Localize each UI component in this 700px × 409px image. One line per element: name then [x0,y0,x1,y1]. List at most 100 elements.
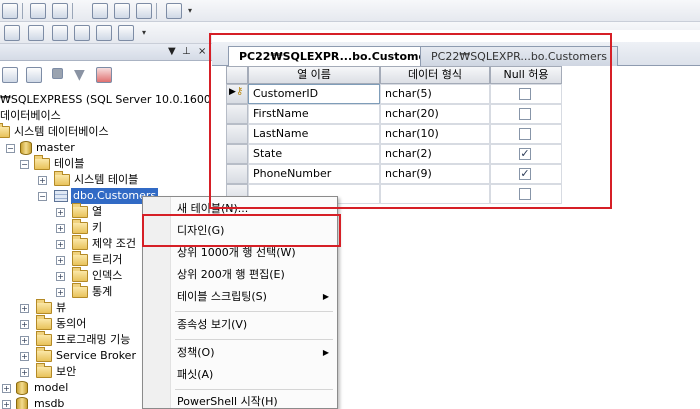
open-folder-icon[interactable] [92,3,108,19]
database-icon [16,397,28,409]
refresh-icon[interactable] [96,67,112,83]
collapse-icon[interactable]: − [38,192,47,201]
row-selector[interactable] [226,104,248,124]
check-constraints-icon[interactable] [96,25,112,41]
add-file-icon[interactable] [52,3,68,19]
folder-icon [36,347,52,362]
allow-nulls-checkbox[interactable] [519,128,531,140]
data-type-cell[interactable]: nchar(10) [380,124,490,144]
expand-icon[interactable]: + [2,384,11,393]
allow-nulls-cell [490,84,562,104]
column-name-cell[interactable]: FirstName [248,104,380,124]
table-icon [54,190,68,202]
data-type-cell[interactable]: nchar(20) [380,104,490,124]
collapse-icon[interactable]: − [6,144,15,153]
row-selector[interactable] [226,164,248,184]
folder-icon [0,123,10,138]
expand-icon[interactable]: + [2,400,11,409]
tree-item-tables[interactable]: − 테이블 [0,155,212,172]
menu-item-design[interactable]: 디자인(G) [177,223,224,239]
expand-icon[interactable]: + [56,224,65,233]
menu-item-powershell[interactable]: PowerShell 시작(H) [177,394,278,409]
tab-customers-design[interactable]: PC22₩SQLEXPR...bo.Customers [228,46,449,67]
folder-icon [36,331,52,346]
folder-icon [54,171,70,186]
toolbar-separator [156,3,157,19]
expand-icon[interactable]: + [56,208,65,217]
expand-icon[interactable]: + [20,304,29,313]
tab-customers-other[interactable]: PC22₩SQLEXPR...bo.Customers [420,46,618,66]
database-icon [16,381,28,395]
collapse-icon[interactable]: − [20,160,29,169]
column-name-cell[interactable]: CustomerID [248,84,380,104]
allow-nulls-checkbox[interactable]: ✓ [519,168,531,180]
expand-icon[interactable]: + [20,368,29,377]
new-file-icon[interactable] [30,3,46,19]
close-icon[interactable]: × [198,46,206,57]
column-name-cell[interactable]: PhoneNumber [248,164,380,184]
expand-icon[interactable]: + [20,320,29,329]
toolbar-separator [72,3,73,19]
dropdown-arrow-icon[interactable]: ▼ [168,46,176,57]
ssms-window: ▾ ▾ ▼ ⊥ × ▼ ₩SQLEXPRESS (SQL Server 10.0… [0,0,700,409]
tree-item-databases[interactable]: 데이터베이스 [0,108,212,124]
column-name-cell[interactable]: LastName [248,124,380,144]
xml-index-icon[interactable] [74,25,90,41]
expand-icon[interactable]: + [20,352,29,361]
allow-nulls-checkbox[interactable]: ✓ [519,148,531,160]
row-selector[interactable] [226,124,248,144]
filter-icon[interactable]: ▼ [74,67,90,83]
expand-icon[interactable]: + [20,336,29,345]
designer-row: State nchar(2) ✓ [226,144,562,164]
row-selector[interactable]: ▶ ⚷ [226,84,248,104]
menu-item-new-table[interactable]: 새 테이블(N)... [177,201,248,217]
new-query-icon[interactable] [2,3,18,19]
fulltext-icon[interactable] [52,25,68,41]
activity-monitor-icon[interactable] [166,3,182,19]
column-name-cell[interactable]: State [248,144,380,164]
data-type-header: 데이터 형식 [380,66,490,84]
disconnect-icon[interactable] [26,67,42,83]
grid-corner [226,66,248,84]
menu-item-edit-top-200[interactable]: 상위 200개 행 편집(E) [177,267,285,283]
toolbar-overflow-icon[interactable]: ▾ [142,29,148,42]
tree-item-system-databases[interactable]: 시스템 데이터베이스 [0,123,212,140]
expand-icon[interactable]: + [56,288,65,297]
data-type-cell[interactable] [380,184,490,204]
expand-icon[interactable]: + [56,240,65,249]
tree-label: master [36,141,75,154]
indexes-icon[interactable] [28,25,44,41]
primary-key-icon: ▶ [229,87,236,97]
tree-item-master[interactable]: − master [0,140,212,156]
toolbar-overflow-icon[interactable]: ▾ [188,7,194,20]
server-node[interactable]: ₩SQLEXPRESS (SQL Server 10.0.1600 - PC2 [0,92,243,108]
connect-icon[interactable] [2,67,18,83]
print-icon[interactable] [136,3,152,19]
generate-script-icon[interactable] [118,25,134,41]
allow-nulls-checkbox[interactable] [519,188,531,200]
data-type-cell[interactable]: nchar(9) [380,164,490,184]
row-selector[interactable] [226,144,248,164]
tree-label: 시스템 데이터베이스 [14,125,109,138]
tree-item-system-tables[interactable]: + 시스템 테이블 [0,171,212,188]
menu-item-script-table[interactable]: 테이블 스크립팅(S) [177,289,267,305]
relationships-icon[interactable] [4,25,20,41]
folder-icon [72,267,88,282]
menu-item-policies[interactable]: 정책(O) [177,345,214,361]
menu-item-facets[interactable]: 패싯(A) [177,367,213,383]
allow-nulls-checkbox[interactable] [519,108,531,120]
expand-icon[interactable]: + [56,272,65,281]
designer-row: FirstName nchar(20) [226,104,562,124]
pin-icon[interactable]: ⊥ [182,46,191,57]
tree-label: 열 [92,205,103,218]
menu-item-select-top-1000[interactable]: 상위 1000개 행 선택(W) [177,245,296,261]
menu-item-view-dependencies[interactable]: 종속성 보기(V) [177,317,247,333]
data-type-cell[interactable]: nchar(5) [380,84,490,104]
save-icon[interactable] [114,3,130,19]
expand-icon[interactable]: + [56,256,65,265]
data-type-cell[interactable]: nchar(2) [380,144,490,164]
expand-icon[interactable]: + [38,176,47,185]
stop-icon[interactable] [52,68,63,79]
object-explorer-toolbar: ▼ [0,62,212,88]
allow-nulls-checkbox[interactable] [519,88,531,100]
